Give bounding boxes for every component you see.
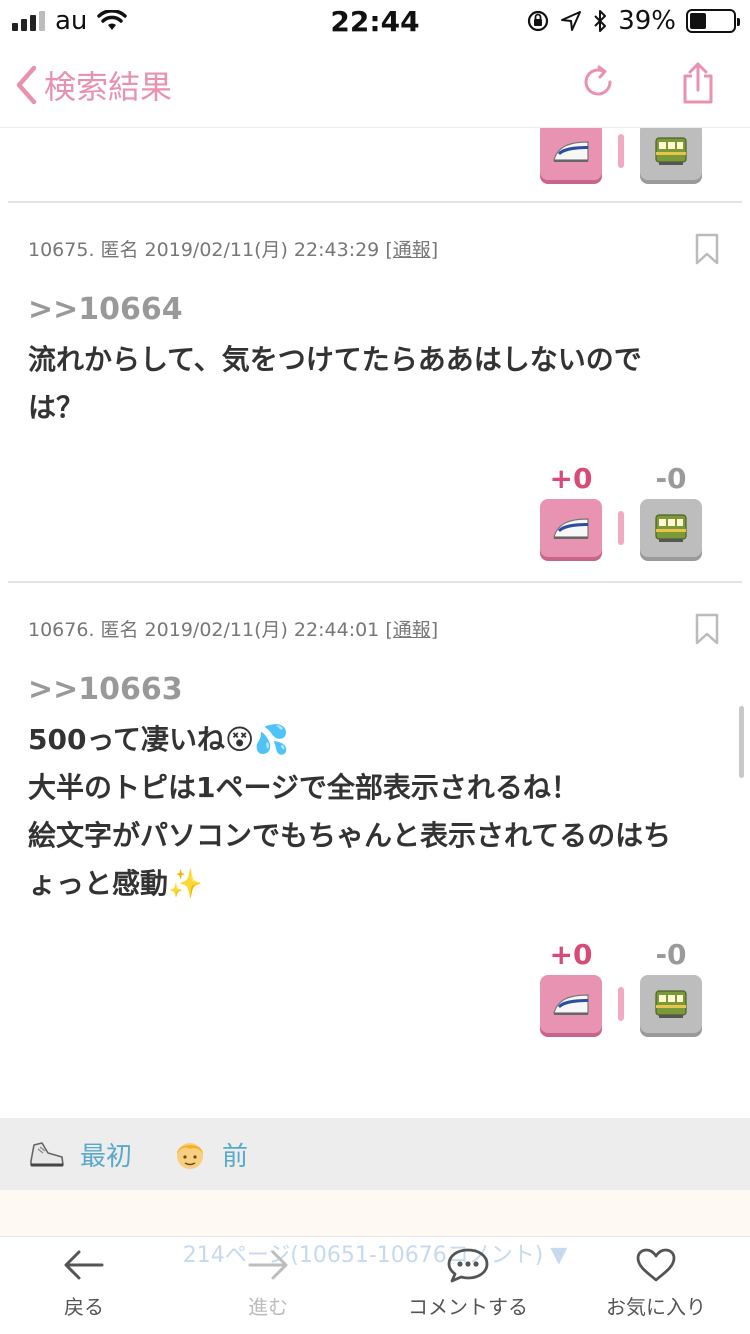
post-body-line: は？ (28, 391, 85, 424)
bookmark-icon[interactable] (694, 613, 720, 645)
location-icon (561, 11, 582, 31)
post-body-line: 絵文字がパソコンでもちゃんと表示されてるのはち (28, 819, 672, 852)
report-link[interactable]: [通報] (385, 619, 438, 641)
pagination-bar: 最初 前 (0, 1118, 750, 1190)
tab-comment-label: コメントする (408, 1295, 528, 1319)
tram-icon (655, 137, 687, 165)
arrow-right-icon (248, 1250, 288, 1280)
first-page-label: 最初 (80, 1141, 133, 1172)
tab-back[interactable]: 戻る (62, 1247, 106, 1320)
vote-row: +0 -0 (540, 459, 702, 557)
page-info-area (0, 1190, 750, 1236)
minus-count: -0 (655, 462, 687, 495)
tram-icon (655, 990, 687, 1018)
bookmark-icon[interactable] (694, 233, 720, 265)
reply-anchor-link[interactable]: >>10664 (28, 292, 183, 327)
arrow-left-icon (64, 1250, 104, 1280)
vote-row: +0 -0 (540, 935, 702, 1033)
scrollbar[interactable] (739, 706, 744, 778)
post-body-line: 流れからして、気をつけてたらああはしないので (28, 343, 642, 376)
back-button-label: 検索結果 (44, 68, 173, 106)
rotation-lock-icon (528, 10, 549, 32)
post-meta-text: 10676. 匿名 2019/02/11(月) 22:44:01 (28, 619, 386, 641)
reload-icon[interactable] (580, 62, 616, 102)
previous-post-votes (540, 128, 702, 180)
reply-anchor-link[interactable]: >>10663 (28, 672, 183, 707)
post-body-line: ょっと感動✨ (28, 867, 203, 900)
tab-forward-label: 進む (248, 1295, 288, 1319)
battery-percent: 39% (618, 6, 676, 36)
tab-favorite-label: お気に入り (606, 1295, 706, 1319)
bullet-train-icon (553, 518, 589, 539)
chevron-left-icon (16, 65, 37, 105)
bullet-train-icon (553, 994, 589, 1015)
post-body-line: 大半のトピは1ページで全部表示されるね！ (28, 771, 579, 804)
previous-page-button[interactable]: 前 (172, 1136, 248, 1173)
previous-page-label: 前 (222, 1141, 249, 1172)
tram-icon (655, 514, 687, 542)
boy-face-icon (177, 1143, 204, 1169)
tab-back-label: 戻る (64, 1295, 104, 1319)
tab-comment[interactable]: コメントする (408, 1247, 528, 1320)
post-body: 流れからして、気をつけてたらああはしないので は？ (28, 336, 728, 432)
bluetooth-icon (594, 10, 607, 32)
tab-forward[interactable]: 進む (246, 1247, 290, 1320)
plus-count: +0 (549, 462, 593, 495)
plus-count: +0 (549, 938, 593, 971)
bottom-toolbar: 214ページ(10651-10676コメント) ▼ 戻る 進む コメントする お… (0, 1236, 750, 1334)
post-body: 500って凄いね😵💦 大半のトピは1ページで全部表示されるね！ 絵文字がパソコン… (28, 716, 728, 908)
sneaker-icon (30, 1142, 64, 1167)
report-link[interactable]: [通報] (385, 239, 438, 261)
post-meta: 10676. 匿名 2019/02/11(月) 22:44:01 [通報] (28, 615, 438, 642)
plus-vote-button[interactable] (540, 975, 602, 1033)
minus-vote-button[interactable] (640, 975, 702, 1033)
post-divider (8, 581, 742, 583)
post-divider (8, 201, 742, 203)
plus-vote-button[interactable] (540, 128, 602, 180)
first-page-button[interactable]: 最初 (28, 1136, 132, 1173)
heart-icon (636, 1248, 676, 1282)
speech-bubble-icon (447, 1248, 489, 1283)
battery-icon (686, 9, 740, 33)
tab-favorite[interactable]: お気に入り (606, 1247, 706, 1320)
navigation-bar: 検索結果 (0, 40, 750, 128)
status-bar: au 22:44 39% (0, 0, 750, 40)
back-to-search-results-button[interactable]: 検索結果 (14, 62, 172, 108)
bullet-train-icon (553, 141, 589, 162)
plus-vote-button[interactable] (540, 499, 602, 557)
post-body-line: 500って凄いね😵💦 (28, 723, 290, 756)
share-icon[interactable] (680, 62, 716, 106)
post-meta: 10675. 匿名 2019/02/11(月) 22:43:29 [通報] (28, 235, 438, 262)
minus-count: -0 (655, 938, 687, 971)
comment-list[interactable]: 10675. 匿名 2019/02/11(月) 22:43:29 [通報] >>… (0, 128, 750, 1118)
post-meta-text: 10675. 匿名 2019/02/11(月) 22:43:29 (28, 239, 386, 261)
minus-vote-button[interactable] (640, 128, 702, 180)
minus-vote-button[interactable] (640, 499, 702, 557)
